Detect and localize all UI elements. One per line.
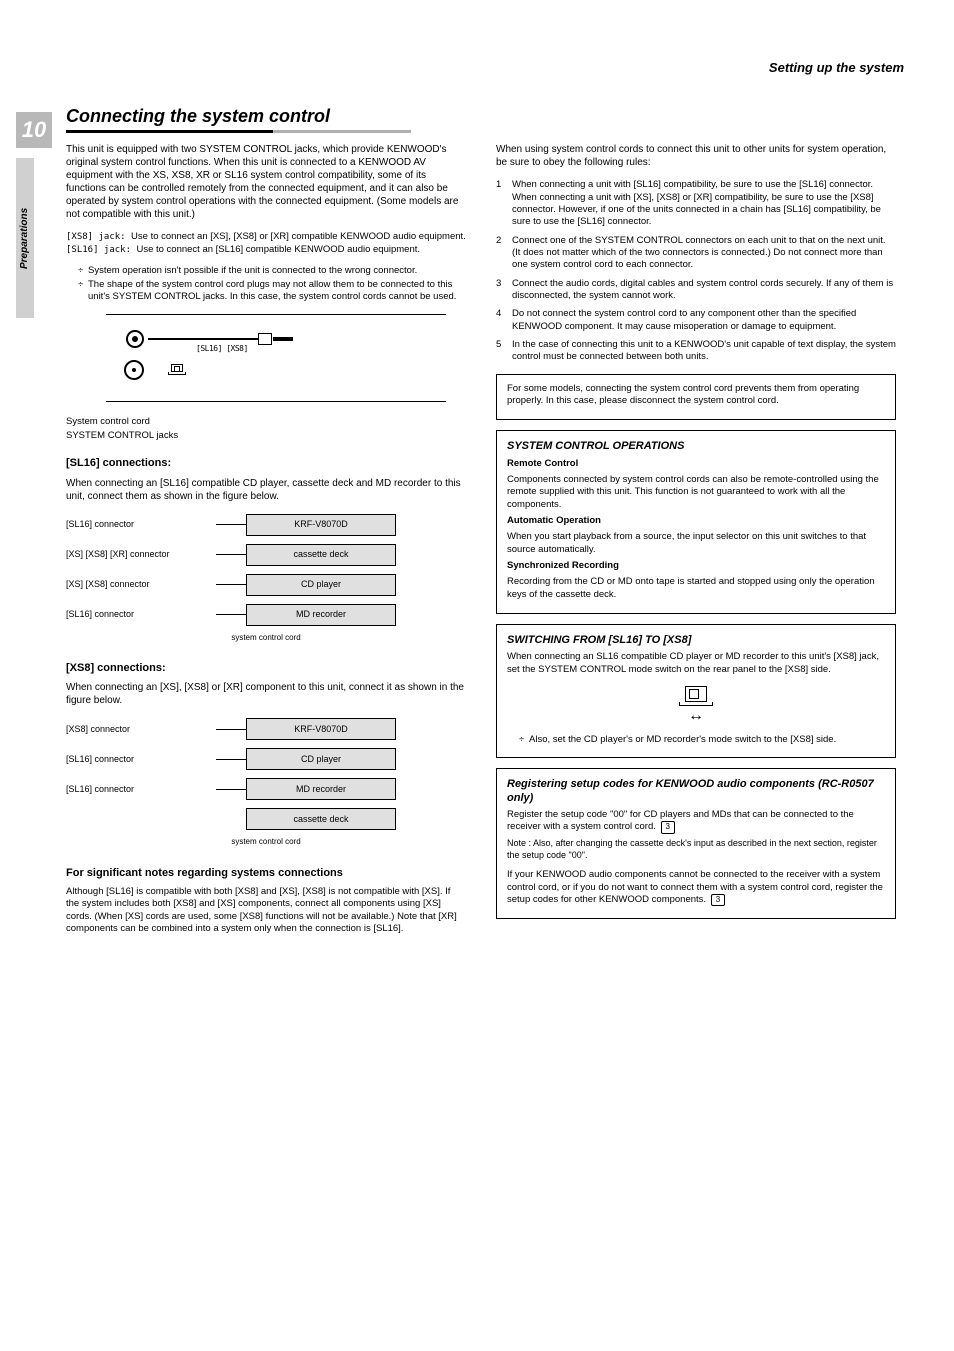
- sl16-intro: When connecting an [SL16] compatible CD …: [66, 477, 466, 503]
- right-column: When using system control cords to conne…: [496, 143, 896, 935]
- rule-1: 1When connecting a unit with [SL16] comp…: [496, 179, 896, 228]
- xs8-r1-box: KRF-V8070D: [246, 718, 396, 740]
- xs8-r2-box: CD player: [246, 748, 396, 770]
- arrow-icon: ↔: [676, 708, 716, 724]
- switch-text-1: When connecting an SL16 compatible CD pl…: [507, 651, 885, 676]
- sl16-r1-box: KRF-V8070D: [246, 514, 396, 536]
- switch-icon: [168, 364, 186, 378]
- sl16-diagram: [SL16] connector KRF-V8070D [XS] [XS8] […: [66, 513, 466, 643]
- jack-sl16-label-row: [SL16] jack: Use to connect an [SL16] co…: [66, 244, 466, 257]
- xs8-r3-box: MD recorder: [246, 778, 396, 800]
- intro-text: This unit is equipped with two SYSTEM CO…: [66, 143, 466, 221]
- rule-2: 2Connect one of the SYSTEM CONTROL conne…: [496, 235, 896, 272]
- page-title: Connecting the system control: [66, 105, 904, 128]
- jack-bullet-1: System operation isn't possible if the u…: [78, 265, 466, 277]
- reg-note: Note : Also, after changing the cassette…: [507, 838, 885, 861]
- sysop-title: SYSTEM CONTROL OPERATIONS: [507, 439, 885, 453]
- system-control-ops-box: SYSTEM CONTROL OPERATIONS Remote Control…: [496, 430, 896, 614]
- short-note-box: For some models, connecting the system c…: [496, 374, 896, 421]
- sl16-r2-box: cassette deck: [246, 544, 396, 566]
- left-column: This unit is equipped with two SYSTEM CO…: [66, 143, 466, 935]
- xs8-tiny-label: system control cord: [66, 837, 466, 847]
- rule-3: 3Connect the audio cords, digital cables…: [496, 278, 896, 303]
- page-ref-icon: 3: [661, 821, 675, 833]
- sig-notes-heading: For significant notes regarding systems …: [66, 866, 466, 880]
- sysop-auto-text: When you start playback from a source, t…: [507, 531, 885, 556]
- jack-notes-list: System operation isn't possible if the u…: [78, 265, 466, 304]
- sl16-r4-label: [SL16] connector: [66, 609, 216, 621]
- jack-xs8-label-row: [XS8] jack: Use to connect an [XS], [XS8…: [66, 231, 466, 244]
- xs8-r3-label: [SL16] connector: [66, 784, 216, 796]
- sysop-remote-h: Remote Control: [507, 458, 578, 469]
- jack-knob-2-icon: [124, 360, 144, 380]
- header-section: Setting up the system: [10, 60, 904, 77]
- title-underline: [66, 130, 411, 133]
- sig-notes-text: Although [SL16] is compatible with both …: [66, 886, 466, 935]
- page-number: 10: [16, 112, 52, 148]
- reg-p1: Register the setup code "00" for CD play…: [507, 809, 885, 834]
- xs8-r4-box: cassette deck: [246, 808, 396, 830]
- fig-caption-jacks: SYSTEM CONTROL jacks: [66, 430, 466, 442]
- xs8-diagram: [XS8] connector KRF-V8070D [SL16] connec…: [66, 717, 466, 847]
- sl16-heading: [SL16] connections:: [66, 456, 466, 470]
- xs8-heading: [XS8] connections:: [66, 661, 466, 675]
- sl16-r2-label: [XS] [XS8] [XR] connector: [66, 549, 216, 561]
- rule-4: 4Do not connect the system control cord …: [496, 308, 896, 333]
- sl16-r1-label: [SL16] connector: [66, 519, 216, 531]
- sysop-sync-h: Synchronized Recording: [507, 560, 619, 571]
- fig-caption-cord: System control cord: [66, 416, 466, 428]
- switch-figure: ↔: [676, 686, 716, 724]
- reg-p2: If your KENWOOD audio components cannot …: [507, 869, 885, 906]
- sl16-r4-box: MD recorder: [246, 604, 396, 626]
- jack-sl16-text: Use to connect an [SL16] compatible KENW…: [136, 244, 420, 255]
- plug-icon: [258, 333, 272, 345]
- sl16-tiny-label: system control cord: [66, 633, 466, 643]
- cable-icon: [148, 338, 258, 340]
- rule-5: 5In the case of connecting this unit to …: [496, 339, 896, 364]
- xs8-r2-label: [SL16] connector: [66, 754, 216, 766]
- rules-intro: When using system control cords to conne…: [496, 143, 896, 169]
- switch-title: SWITCHING FROM [SL16] TO [XS8]: [507, 633, 885, 647]
- switch-text-2: Also, set the CD player's or MD recorder…: [519, 734, 885, 746]
- switching-box: SWITCHING FROM [SL16] TO [XS8] When conn…: [496, 624, 896, 757]
- reg-title: Registering setup codes for KENWOOD audi…: [507, 777, 885, 806]
- sysop-sync-text: Recording from the CD or MD onto tape is…: [507, 576, 885, 601]
- jack-diagram: [SL16] [XS8]: [66, 314, 466, 402]
- jack-labels: [SL16] [XS8]: [196, 344, 248, 354]
- jack-sl16-label: [SL16] jack:: [66, 245, 136, 255]
- rules-list: 1When connecting a unit with [SL16] comp…: [496, 179, 896, 363]
- sl16-r3-box: CD player: [246, 574, 396, 596]
- jack-knob-1-icon: [126, 330, 144, 348]
- sl16-r3-label: [XS] [XS8] connector: [66, 579, 216, 591]
- xs8-intro: When connecting an [XS], [XS8] or [XR] c…: [66, 681, 466, 707]
- sidebar-tab-preparations: Preparations: [16, 158, 34, 318]
- short-note-text: For some models, connecting the system c…: [507, 383, 885, 408]
- switch-body-icon: [685, 686, 707, 702]
- page-ref-icon-2: 3: [711, 894, 725, 906]
- jack-xs8-text: Use to connect an [XS], [XS8] or [XR] co…: [131, 231, 466, 242]
- jack-bullet-2: The shape of the system control cord plu…: [78, 279, 466, 304]
- jack-xs8-label: [XS8] jack:: [66, 232, 131, 242]
- registering-codes-box: Registering setup codes for KENWOOD audi…: [496, 768, 896, 920]
- xs8-r1-label: [XS8] connector: [66, 724, 216, 736]
- sysop-auto-h: Automatic Operation: [507, 515, 601, 526]
- sysop-remote-text: Components connected by system control c…: [507, 474, 885, 511]
